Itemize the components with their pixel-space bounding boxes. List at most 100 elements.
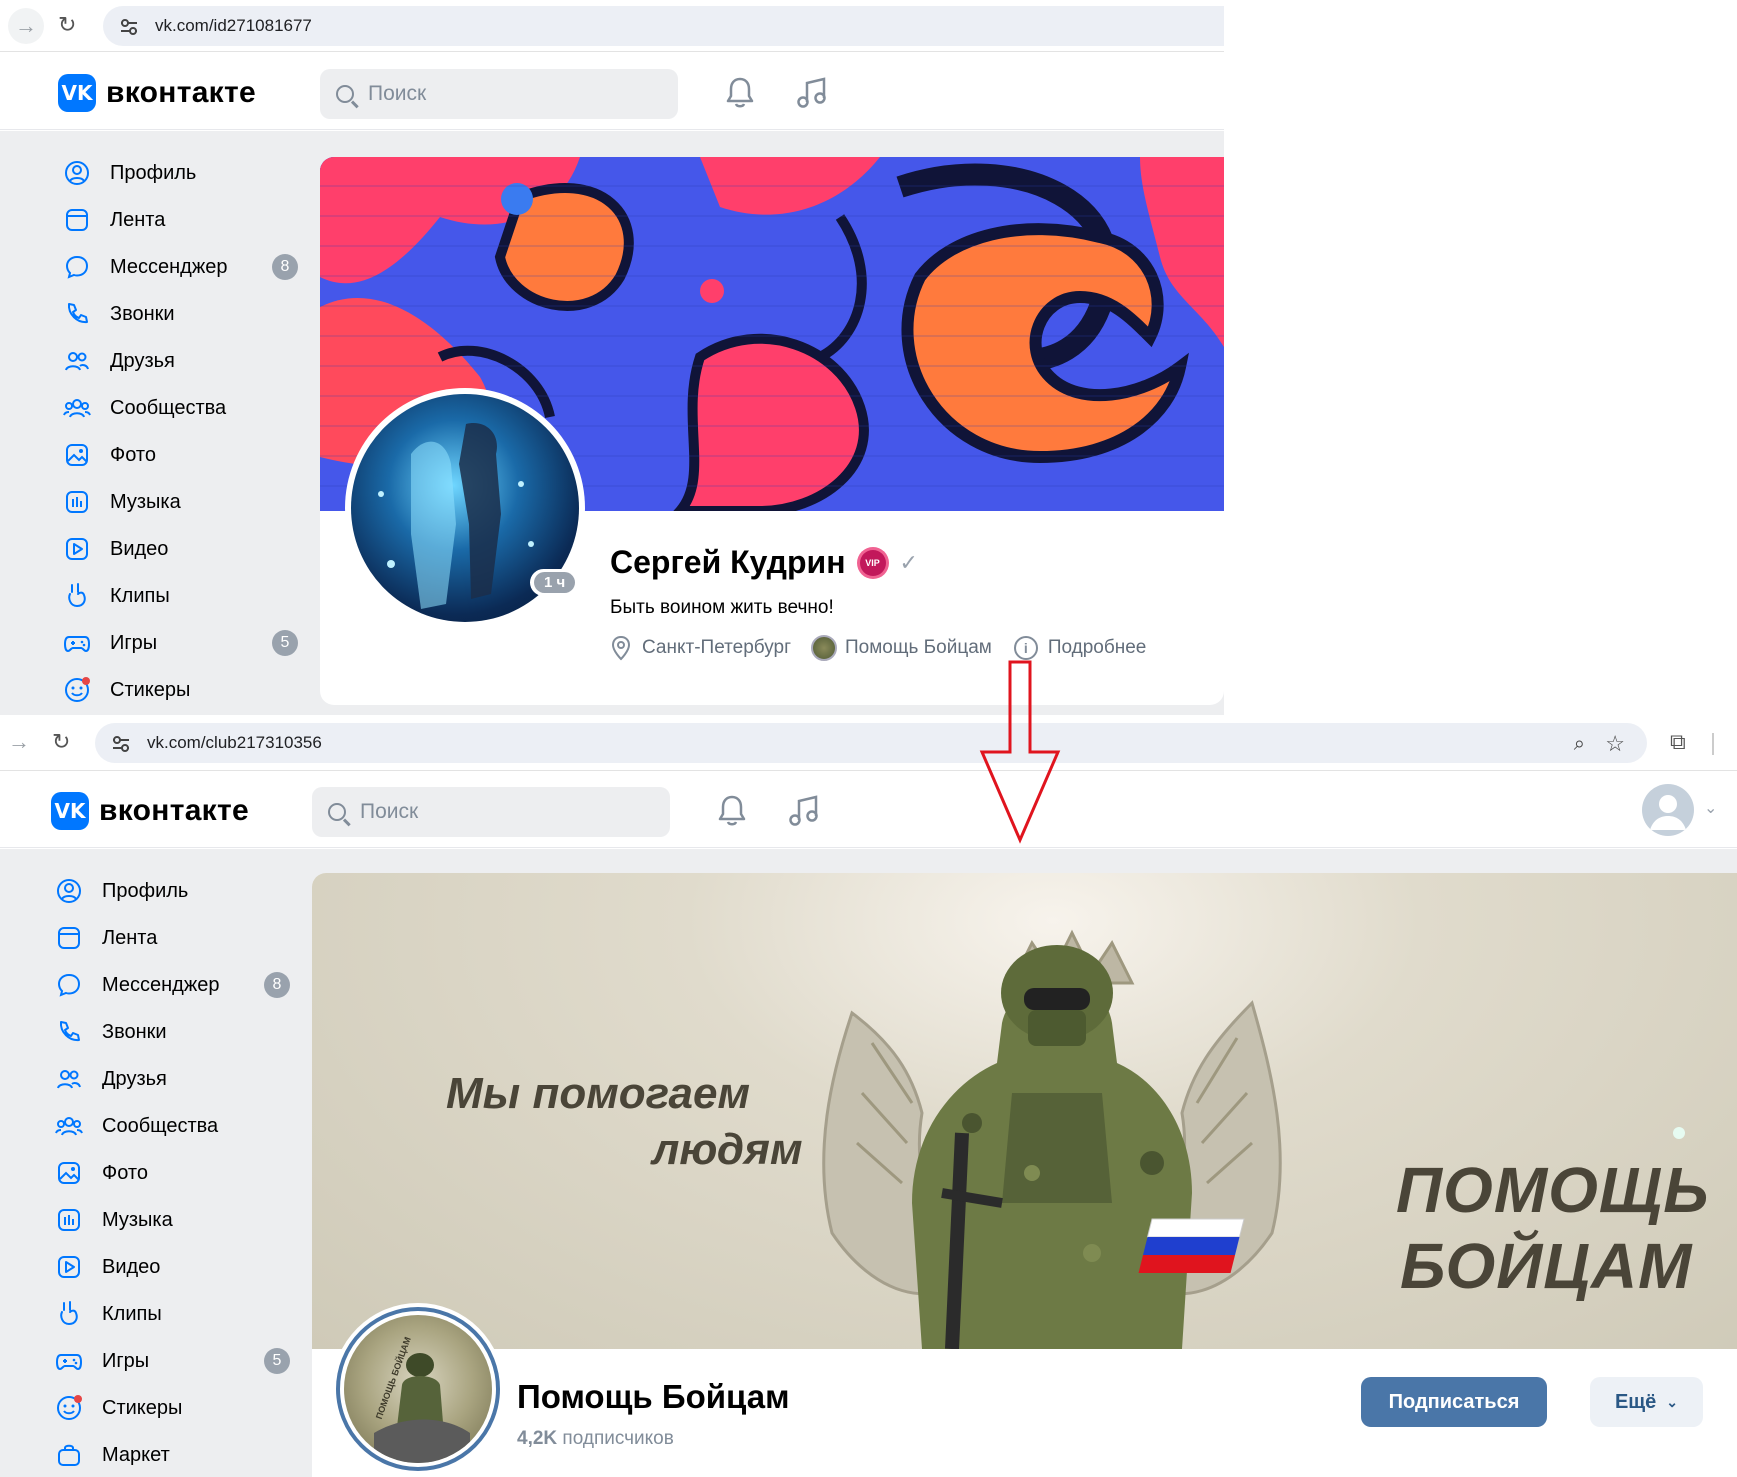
sidebar-item-label: Музыка [102, 1208, 173, 1231]
profile-name: Сергей Кудрин [610, 544, 846, 580]
site-settings-icon[interactable] [111, 736, 131, 752]
search-icon [336, 85, 354, 103]
sidebar-item-label: Лента [110, 208, 166, 231]
vk-logo[interactable]: VK вконтакте [58, 74, 256, 112]
forward-arrow-icon[interactable]: → [8, 8, 44, 44]
sidebar-item-profile[interactable]: Профиль [62, 153, 312, 193]
sidebar-item-label: Мессенджер [110, 255, 228, 278]
group-subscribers[interactable]: 4,2K подписчиков [517, 1428, 674, 1450]
site-settings-icon[interactable] [119, 19, 139, 35]
zoom-icon[interactable]: ⌕ [1574, 733, 1585, 756]
sidebar-item-clips[interactable]: Клипы [54, 1294, 304, 1334]
sidebar-item-photo[interactable]: Фото [62, 435, 312, 475]
sidebar-item-stickers[interactable]: Стикеры [62, 670, 312, 710]
sidebar-item-friends[interactable]: Друзья [54, 1059, 304, 1099]
communities-icon [54, 1111, 84, 1141]
sidebar-item-profile[interactable]: Профиль [54, 871, 304, 911]
sidebar-item-messenger[interactable]: Мессенджер 8 [54, 965, 304, 1005]
profile-city[interactable]: Санкт-Петербург [642, 637, 791, 659]
notifications-bell-icon[interactable] [724, 76, 756, 116]
red-down-arrow [979, 660, 1061, 844]
user-avatar[interactable] [1642, 784, 1694, 836]
address-bar[interactable]: vk.com/id271081677 [103, 6, 1224, 46]
cover-slogan-line1: Мы помогаем [446, 1069, 751, 1118]
sidebar-item-video[interactable]: Видео [54, 1247, 304, 1287]
sidebar-item-phone[interactable]: Звонки [54, 1012, 304, 1052]
reload-icon[interactable]: ↻ [52, 731, 70, 753]
sidebar-item-label: Мессенджер [102, 973, 220, 996]
sidebar-item-music[interactable]: Музыка [62, 482, 312, 522]
group-card: Мы помогаем людям ПОМОЩЬ БОЙЦАМ ПОМОЩЬ Б… [312, 873, 1737, 1477]
group-avatar-icon [811, 635, 838, 661]
sidebar-item-friends[interactable]: Друзья [62, 341, 312, 381]
photo-icon [54, 1158, 84, 1188]
profile-status: Быть воином жить вечно! [610, 597, 834, 618]
music-note-icon[interactable] [788, 794, 820, 834]
sidebar-item-music[interactable]: Музыка [54, 1200, 304, 1240]
more-button[interactable]: Ещё ⌄ [1590, 1377, 1703, 1427]
reload-icon[interactable]: ↻ [58, 14, 76, 36]
friends-icon [62, 346, 92, 376]
counter-badge: 8 [272, 254, 298, 280]
stickers-icon [62, 675, 92, 705]
clips-icon [62, 581, 92, 611]
sidebar-item-photo[interactable]: Фото [54, 1153, 304, 1193]
address-bar[interactable]: vk.com/club217310356 ⌕ ☆ [95, 723, 1647, 763]
cover-slogan-line2: людям [652, 1125, 803, 1174]
sidebar-item-label: Фото [110, 443, 156, 466]
online-time-badge: 1 ч [530, 569, 580, 596]
games-icon [62, 628, 92, 658]
vk-header-top: VK вконтакте Поиск [0, 56, 1224, 130]
search-placeholder: Поиск [368, 82, 427, 105]
forward-arrow-icon[interactable]: → [8, 731, 30, 753]
profile-info-row: Санкт-Петербург Помощь Бойцам i Подробне… [610, 635, 1146, 661]
search-input[interactable]: Поиск [320, 69, 678, 119]
sidebar-item-phone[interactable]: Звонки [62, 294, 312, 334]
sidebar-item-market[interactable]: Маркет [54, 1435, 304, 1475]
sidebar-item-communities[interactable]: Сообщества [54, 1106, 304, 1146]
sidebar-item-clips[interactable]: Клипы [62, 576, 312, 616]
sidebar-item-messenger[interactable]: Мессенджер 8 [62, 247, 312, 287]
sidebar-item-feed[interactable]: Лента [54, 918, 304, 958]
sidebar-item-label: Лента [102, 926, 158, 949]
sidebar-item-label: Клипы [110, 584, 170, 607]
vk-logo-text: вконтакте [99, 794, 249, 827]
sidebar-item-label: Клипы [102, 1302, 162, 1325]
chevron-down-icon[interactable]: ⌄ [1704, 798, 1717, 818]
vip-badge-icon[interactable]: VIP [859, 549, 886, 576]
group-cover: Мы помогаем людям ПОМОЩЬ БОЙЦАМ [312, 873, 1737, 1349]
search-input[interactable]: Поиск [312, 787, 670, 837]
extensions-icon[interactable]: ⧉ [1670, 731, 1686, 753]
profile-avatar[interactable]: 1 ч [345, 388, 585, 628]
counter-badge: 5 [264, 1348, 290, 1374]
sidebar-item-feed[interactable]: Лента [62, 200, 312, 240]
sidebar-item-label: Сообщества [102, 1114, 219, 1137]
subscribers-count: 4,2K [517, 1428, 558, 1449]
music-note-icon[interactable] [796, 76, 828, 116]
vk-logo-icon: VK [51, 792, 89, 830]
clips-icon [54, 1299, 84, 1329]
music-icon [62, 487, 92, 517]
group-avatar[interactable]: ПОМОЩЬ БОЙЦАМ [332, 1303, 504, 1475]
sidebar-item-communities[interactable]: Сообщества [62, 388, 312, 428]
friends-icon [54, 1064, 84, 1094]
sidebar-item-games[interactable]: Игры 5 [62, 623, 312, 663]
counter-badge: 8 [264, 972, 290, 998]
vk-logo[interactable]: VK вконтакте [51, 792, 249, 830]
phone-icon [54, 1017, 84, 1047]
music-icon [54, 1205, 84, 1235]
sidebar-item-video[interactable]: Видео [62, 529, 312, 569]
sidebar-item-label: Сообщества [110, 396, 227, 419]
profile-more-link[interactable]: Подробнее [1048, 637, 1147, 659]
bottom-screenshot: → ↻ vk.com/club217310356 ⌕ ☆ ⧉ VK вконта… [0, 717, 1737, 1477]
sidebar-item-games[interactable]: Игры 5 [54, 1341, 304, 1381]
cover-title-line2: БОЙЦАМ [1400, 1230, 1693, 1302]
subscribe-button[interactable]: Подписаться [1361, 1377, 1547, 1427]
bookmark-star-icon[interactable]: ☆ [1605, 731, 1625, 757]
sidebar-item-stickers[interactable]: Стикеры [54, 1388, 304, 1428]
profile-group-link[interactable]: Помощь Бойцам [845, 637, 992, 659]
notifications-bell-icon[interactable] [716, 794, 748, 834]
toolbar-divider [1712, 733, 1714, 755]
profile-icon [54, 876, 84, 906]
video-icon [54, 1252, 84, 1282]
